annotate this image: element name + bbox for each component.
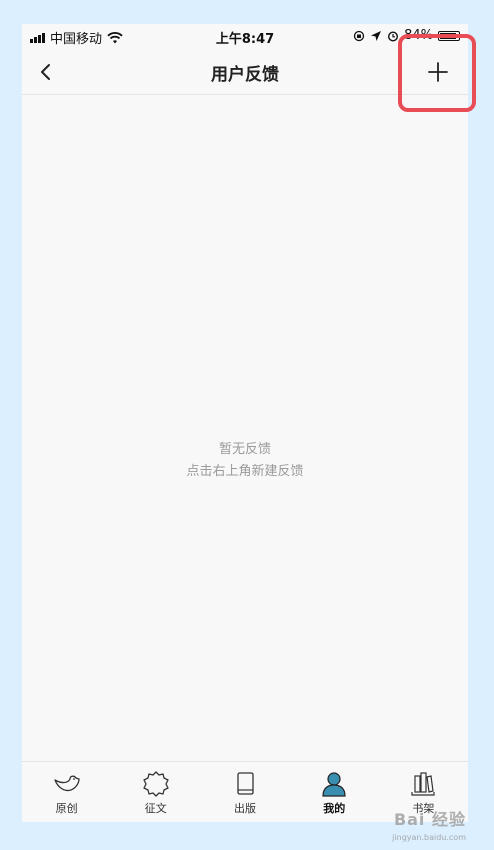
watermark-url: jingyan.baidu.com bbox=[392, 833, 466, 842]
tab-original[interactable]: 原创 bbox=[22, 762, 111, 822]
bird-icon bbox=[53, 775, 80, 792]
tab-mine[interactable]: 我的 bbox=[290, 762, 379, 822]
bookshelf-icon bbox=[411, 772, 436, 796]
alarm-icon bbox=[388, 30, 399, 42]
highlight-box bbox=[398, 34, 476, 112]
tab-label: 原创 bbox=[55, 802, 78, 815]
empty-state: 暂无反馈 点击右上角新建反馈 bbox=[22, 439, 468, 483]
empty-state-title: 暂无反馈 bbox=[218, 442, 271, 457]
tab-publish[interactable]: 出版 bbox=[200, 762, 289, 822]
person-icon bbox=[322, 772, 346, 797]
tab-label: 我的 bbox=[323, 802, 346, 815]
tab-contest[interactable]: 征文 bbox=[111, 762, 200, 822]
location-icon bbox=[371, 30, 382, 41]
empty-state-hint: 点击右上角新建反馈 bbox=[186, 464, 304, 479]
tab-label: 征文 bbox=[144, 802, 167, 815]
badge-icon bbox=[143, 771, 169, 797]
phone-screen: 中国移动 上午8:47 84% 用户反馈 暂无反馈 点击右上角新建反馈 原创 征… bbox=[22, 24, 468, 822]
book-icon bbox=[237, 772, 254, 795]
watermark: Bai 经验 bbox=[393, 810, 466, 829]
orientation-lock-icon bbox=[353, 30, 365, 41]
tab-label: 出版 bbox=[234, 802, 256, 815]
